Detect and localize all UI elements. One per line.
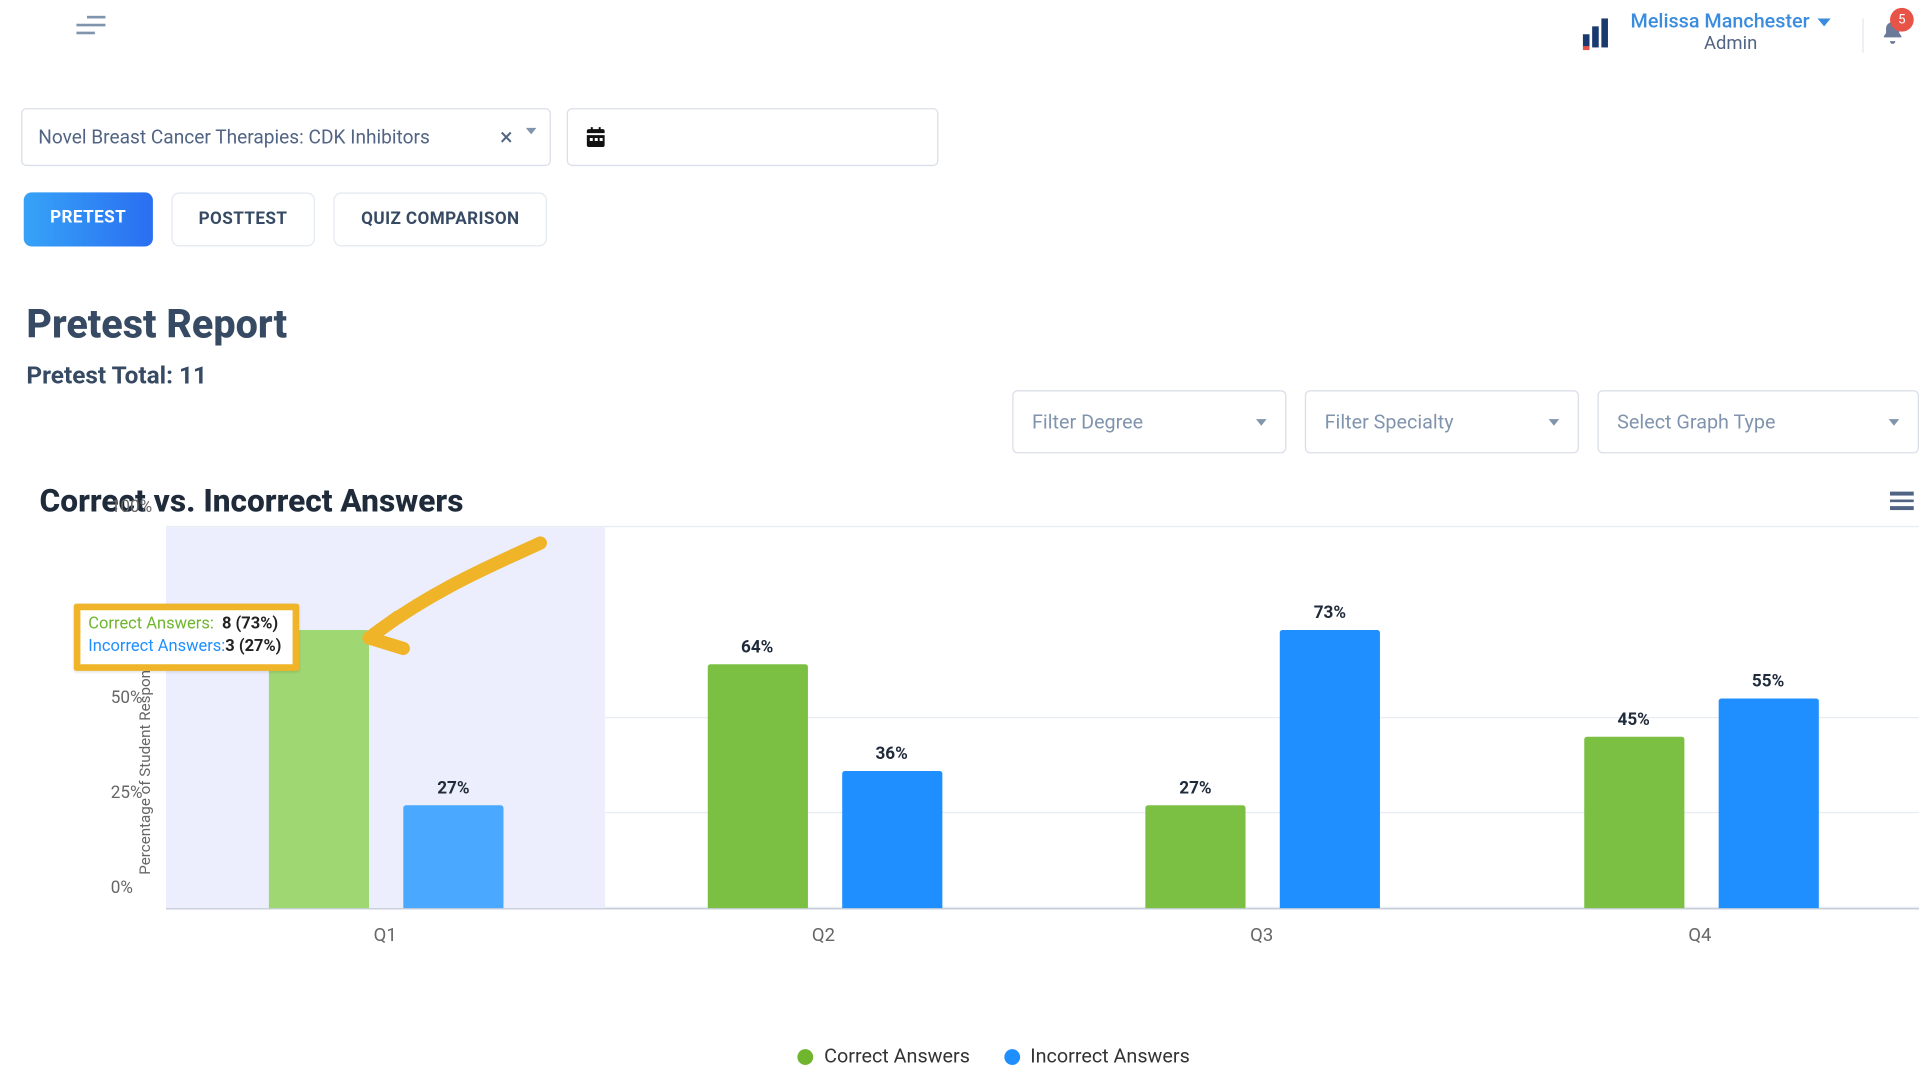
- x-tick: Q4: [1481, 925, 1919, 946]
- bar-q3-incorrect[interactable]: 73%: [1280, 630, 1380, 908]
- legend-swatch-correct: [798, 1049, 814, 1065]
- graph-type-label: Select Graph Type: [1617, 410, 1775, 434]
- calendar-icon: [584, 125, 608, 149]
- bar-q2-incorrect[interactable]: 36%: [842, 771, 942, 908]
- chart-menu-icon[interactable]: [1890, 488, 1914, 514]
- page-title: Pretest Report: [26, 302, 1919, 348]
- date-range-picker[interactable]: [567, 108, 939, 166]
- filter-degree-select[interactable]: Filter Degree: [1012, 390, 1286, 453]
- course-select[interactable]: Novel Breast Cancer Therapies: CDK Inhib…: [21, 108, 551, 166]
- legend-label-correct[interactable]: Correct Answers: [824, 1044, 970, 1068]
- x-tick: Q3: [1043, 925, 1481, 946]
- tab-quiz-comparison[interactable]: QUIZ COMPARISON: [333, 192, 547, 246]
- graph-type-select[interactable]: Select Graph Type: [1597, 390, 1919, 453]
- y-tick: 0%: [111, 878, 133, 898]
- bar-q4-correct[interactable]: 45%: [1584, 737, 1684, 908]
- x-tick: Q1: [166, 925, 604, 946]
- y-tick: 100%: [111, 498, 152, 518]
- chart-group-q2[interactable]: 64% 36%: [604, 527, 1042, 908]
- user-menu[interactable]: Melissa Manchester: [1631, 11, 1831, 34]
- chart-title: Correct vs. Incorrect Answers: [40, 482, 464, 519]
- filter-specialty-select[interactable]: Filter Specialty: [1305, 390, 1579, 453]
- notifications-button[interactable]: 5: [1862, 18, 1905, 52]
- filter-specialty-label: Filter Specialty: [1325, 410, 1454, 434]
- caret-down-icon: [1889, 418, 1900, 425]
- chevron-down-icon: [1818, 18, 1831, 26]
- clear-course-icon[interactable]: ×: [492, 123, 520, 151]
- user-name: Melissa Manchester: [1631, 11, 1810, 34]
- y-tick: 25%: [111, 783, 143, 803]
- chart-group-q4[interactable]: 45% 55%: [1481, 527, 1919, 908]
- chart-tooltip: Correct Answers: 8 (73%) Incorrect Answe…: [74, 604, 299, 671]
- user-role: Admin: [1631, 33, 1831, 54]
- y-tick: 50%: [111, 688, 143, 708]
- menu-toggle-icon[interactable]: [76, 11, 105, 40]
- caret-down-icon: [1256, 418, 1267, 425]
- annotation-arrow-icon: [316, 535, 553, 680]
- bar-q1-incorrect[interactable]: 27%: [403, 805, 503, 908]
- app-logo-icon: [1583, 18, 1612, 47]
- x-tick: Q2: [604, 925, 1042, 946]
- filter-degree-label: Filter Degree: [1032, 410, 1143, 434]
- chart-legend: Correct Answers Incorrect Answers: [40, 1044, 1919, 1068]
- chart-area: Percentage of Student Response 0% 25% 50…: [40, 527, 1919, 1001]
- caret-down-icon: [526, 127, 537, 134]
- course-select-value: Novel Breast Cancer Therapies: CDK Inhib…: [38, 126, 430, 148]
- bar-q4-incorrect[interactable]: 55%: [1718, 699, 1818, 908]
- notif-badge: 5: [1890, 8, 1914, 32]
- tab-pretest[interactable]: PRETEST: [24, 192, 153, 246]
- caret-down-icon: [1549, 418, 1560, 425]
- legend-swatch-incorrect: [1004, 1049, 1020, 1065]
- legend-label-incorrect[interactable]: Incorrect Answers: [1030, 1044, 1190, 1068]
- tab-posttest[interactable]: POSTTEST: [171, 192, 315, 246]
- chart-group-q3[interactable]: 27% 73%: [1043, 527, 1481, 908]
- bar-q3-correct[interactable]: 27%: [1145, 805, 1245, 908]
- bar-q2-correct[interactable]: 64%: [707, 664, 807, 908]
